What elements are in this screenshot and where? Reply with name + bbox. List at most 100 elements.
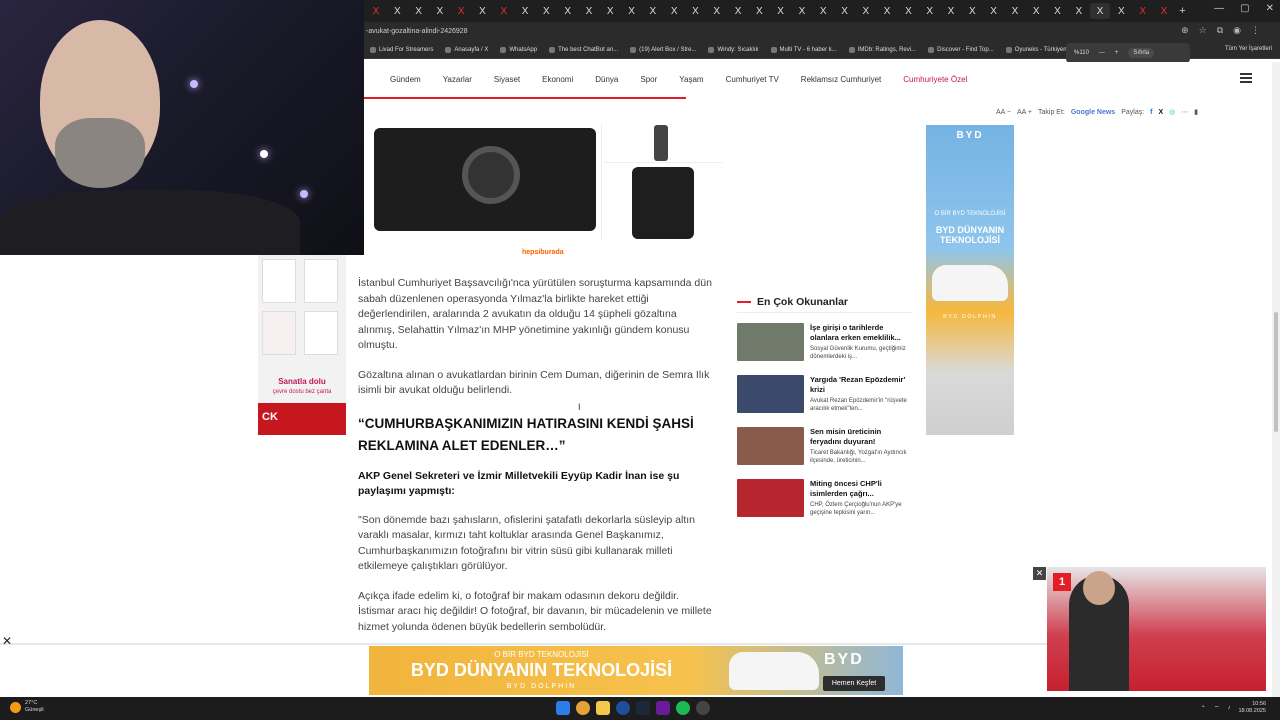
browser-tab[interactable]: X [643, 3, 663, 19]
extensions-icon[interactable]: ⧉ [1217, 25, 1223, 36]
steam-icon[interactable] [636, 701, 650, 715]
bookmark-item[interactable]: Oyuneks - Türkiyeni... [1005, 46, 1073, 53]
nav-item[interactable]: Yazarlar [443, 75, 472, 84]
zoom-reset-button[interactable]: Sıfırla [1128, 48, 1155, 58]
product-card[interactable] [604, 123, 722, 163]
font-size-increase-button[interactable]: AA + [1017, 109, 1032, 116]
nav-item[interactable]: Cumhuriyete Özel [903, 75, 967, 84]
product-card[interactable] [364, 123, 602, 240]
browser-tab[interactable]: X [962, 3, 982, 19]
browser-tab[interactable]: X [1133, 3, 1153, 19]
browser-tab[interactable]: X [1111, 3, 1131, 19]
most-read-item[interactable]: Sen misin üreticinin feryadını duyuran! T… [737, 427, 913, 469]
product-card[interactable] [604, 165, 722, 240]
scrollbar-thumb[interactable] [1274, 312, 1278, 432]
browser-tab[interactable]: X [494, 3, 514, 19]
browser-tab[interactable]: X [792, 3, 812, 19]
clock[interactable]: 10:56 18.08.2025 [1238, 701, 1266, 715]
browser-tab[interactable]: X [579, 3, 599, 19]
facebook-icon[interactable]: f [1150, 109, 1152, 116]
browser-tab[interactable]: X [685, 3, 705, 19]
whatsapp-icon[interactable]: ◎ [1169, 108, 1175, 116]
discover-now-button[interactable]: Hemen Keşfet [823, 676, 885, 691]
app-icon[interactable] [656, 701, 670, 715]
browser-tab[interactable]: X [366, 3, 386, 19]
nav-item[interactable]: Cumhuriyet TV [726, 75, 779, 84]
menu-icon[interactable]: ⋮ [1251, 25, 1260, 36]
browser-tab[interactable]: X [835, 3, 855, 19]
more-icon[interactable]: ⋯ [1181, 108, 1188, 116]
start-icon[interactable] [556, 701, 570, 715]
weather-widget[interactable]: 27°C Güneşli [10, 700, 44, 714]
most-read-item[interactable]: Miting öncesi CHP'li isimlerden çağrı...… [737, 479, 913, 521]
browser-tab[interactable]: X [1154, 3, 1174, 19]
all-bookmarks-button[interactable]: Tüm Yer İşaretleri [1225, 46, 1272, 52]
nav-item[interactable]: Dünya [595, 75, 618, 84]
browser-tab[interactable]: X [600, 3, 620, 19]
bookmark-item[interactable]: (19) Alert Box / Stre... [630, 46, 696, 53]
browser-tab[interactable]: X [472, 3, 492, 19]
browser-tab[interactable]: X [558, 3, 578, 19]
bookmark-item[interactable]: WhatsApp [500, 46, 537, 53]
news-headline[interactable]: Yargıda 'Rezan Epözdemir' krizi [810, 375, 913, 395]
browser-tab[interactable]: X [728, 3, 748, 19]
bookmark-item[interactable]: Windy: Sıcaklık [708, 46, 759, 53]
nav-item[interactable]: Yaşam [679, 75, 703, 84]
bookmark-item[interactable]: Multi TV - 6 haber k... [770, 46, 837, 53]
browser-tab[interactable]: X [1069, 3, 1089, 19]
browser-tab[interactable]: X [1048, 3, 1068, 19]
file-explorer-icon[interactable] [596, 701, 610, 715]
bookmark-item[interactable]: Discover - Find Top... [928, 46, 994, 53]
zoom-in-button[interactable]: + [1115, 50, 1119, 56]
browser-tab[interactable]: X [984, 3, 1004, 19]
left-side-ad[interactable]: Sanatla dolu çevre dostu bez çanta CK [258, 255, 346, 435]
app-icon[interactable] [616, 701, 630, 715]
browser-tab[interactable]: X [622, 3, 642, 19]
browser-tab[interactable]: X [920, 3, 940, 19]
font-size-decrease-button[interactable]: AA − [996, 109, 1011, 116]
floating-video-player[interactable]: 1 [1047, 567, 1266, 691]
browser-tab[interactable]: X [877, 3, 897, 19]
most-read-item[interactable]: İşe girişi o tarihlerde olanlara erken e… [737, 323, 913, 365]
zoom-out-button[interactable]: — [1099, 50, 1105, 56]
news-headline[interactable]: İşe girişi o tarihlerde olanlara erken e… [810, 323, 913, 343]
browser-tab[interactable]: X [941, 3, 961, 19]
right-side-ad[interactable]: BYD O BİR BYD TEKNOLOJİSİ BYD DÜNYANIN T… [926, 125, 1014, 435]
browser-tab[interactable]: X [813, 3, 833, 19]
most-read-item[interactable]: Yargıda 'Rezan Epözdemir' krizi Avukat Re… [737, 375, 913, 417]
hamburger-menu-icon[interactable] [1240, 73, 1252, 83]
volume-icon[interactable]: ♪ [1227, 705, 1230, 711]
spotify-icon[interactable] [676, 701, 690, 715]
news-thumbnail[interactable] [737, 323, 804, 361]
bookmark-item[interactable]: The best ChatBot an... [549, 46, 618, 53]
store-logo[interactable]: hepsiburada [522, 249, 564, 256]
nav-item[interactable]: Ekonomi [542, 75, 573, 84]
browser-tab[interactable]: X [749, 3, 769, 19]
page-scrollbar[interactable] [1272, 62, 1280, 697]
url-text[interactable]: -avukat-gozaltina-alindi-2426928 [366, 28, 468, 35]
bookmark-item[interactable]: Anasayfa / X [445, 46, 488, 53]
news-thumbnail[interactable] [737, 375, 804, 413]
browser-tab[interactable]: X [430, 3, 450, 19]
browser-tab[interactable]: X [1005, 3, 1025, 19]
nav-item[interactable]: Gündem [390, 75, 421, 84]
nav-item[interactable]: Reklamsız Cumhuriyet [801, 75, 881, 84]
browser-tab[interactable]: X [387, 3, 407, 19]
browser-tab[interactable]: X [409, 3, 429, 19]
close-window-icon[interactable]: ✕ [1266, 3, 1274, 14]
browser-tab[interactable]: X [898, 3, 918, 19]
bookmark-icon[interactable]: ▮ [1194, 108, 1198, 116]
x-share-icon[interactable]: X [1159, 109, 1164, 116]
bottom-sticky-ad[interactable]: O BİR BYD TEKNOLOJİSİ BYD DÜNYANIN TEKNO… [369, 646, 903, 695]
browser-tab[interactable]: X [451, 3, 471, 19]
nav-item[interactable]: Siyaset [494, 75, 520, 84]
zoom-icon[interactable]: ⊕ [1181, 25, 1189, 36]
profile-icon[interactable]: ◉ [1233, 25, 1241, 36]
news-headline[interactable]: Sen misin üreticinin feryadını duyuran! [810, 427, 913, 447]
browser-tab[interactable]: X [707, 3, 727, 19]
browser-tab[interactable]: X [771, 3, 791, 19]
google-news-link[interactable]: Google News [1071, 109, 1115, 116]
bookmark-item[interactable]: IMDb: Ratings, Revi... [848, 46, 916, 53]
close-video-icon[interactable]: ✕ [1033, 567, 1046, 580]
minimize-icon[interactable]: — [1214, 3, 1224, 14]
